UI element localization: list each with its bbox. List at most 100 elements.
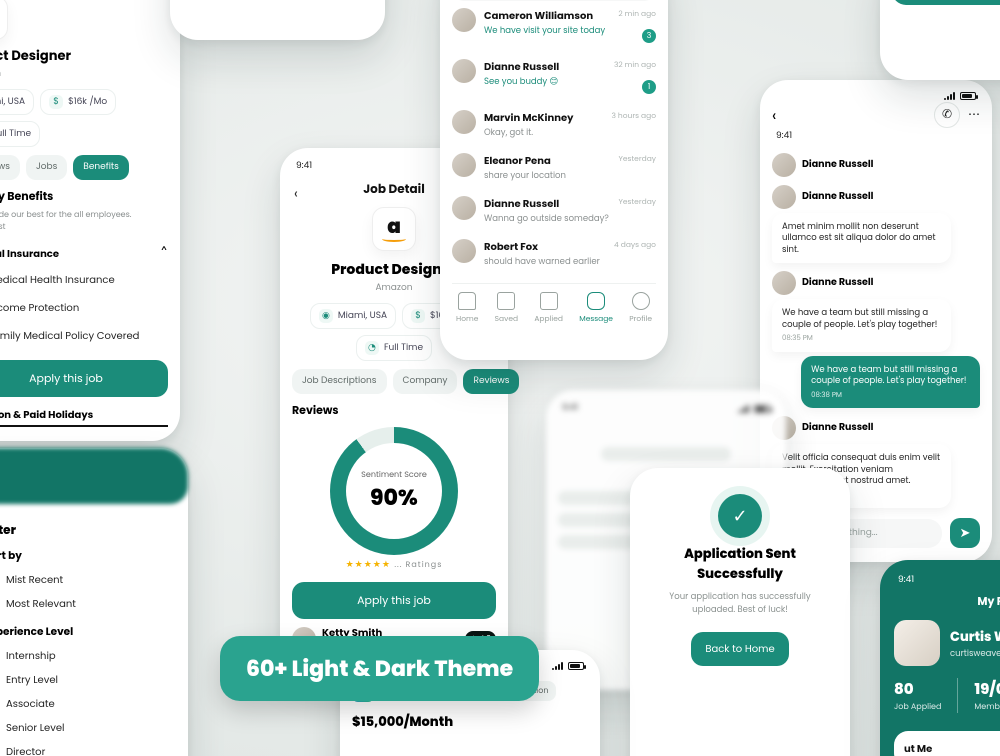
nav-message[interactable]: Message <box>579 292 613 325</box>
thread-name: Eleanor Pena <box>484 153 566 169</box>
message-thread[interactable]: Robert Fox should have warned earlier 4 … <box>452 232 656 275</box>
tab-reviews[interactable]: Reviews <box>0 155 20 180</box>
nav-applied[interactable]: Applied <box>534 292 563 325</box>
pin-icon: ◉ <box>319 309 333 323</box>
thread-time: Yesterday <box>619 153 657 165</box>
apply-job-button[interactable]: Apply this job <box>0 360 168 397</box>
tab-jobs[interactable]: Jobs <box>26 155 67 180</box>
company-logo-tile: a <box>0 0 8 40</box>
avatar <box>452 196 476 220</box>
status-bar <box>772 88 980 102</box>
nav-profile[interactable]: Profile <box>629 292 652 325</box>
avatar <box>452 239 476 263</box>
thread-time: Yesterday <box>619 196 657 208</box>
avatar <box>894 620 940 666</box>
chip-salary: $$16k /Mo <box>40 89 116 115</box>
apply-job-button[interactable]: Apply this job <box>292 582 496 619</box>
chevron-up-icon[interactable]: ˄ <box>160 241 168 266</box>
tab-benefits[interactable]: Benefits <box>73 155 129 180</box>
chip-location: ◉mi, USA <box>0 89 34 115</box>
stat-date: 19/02/2023 <box>974 678 1000 701</box>
contact-name: Dianne Russell <box>802 158 874 172</box>
rating-stars: ★★★★★ ... Ratings <box>292 559 496 572</box>
stat-job-applied-num: 80 <box>894 678 941 701</box>
experience-title: Experience Level <box>0 624 164 640</box>
screen-messages: ⌕ Search Cameron Williamson We have visi… <box>440 0 668 360</box>
back-to-home-button[interactable]: Back to Home <box>691 632 788 666</box>
dollar-icon: $ <box>411 309 425 323</box>
tab-job-descriptions[interactable]: Job Descriptions <box>292 369 387 394</box>
screen-my-profile: 9:41 My Profile Curtis Weaver curtisweav… <box>880 560 1000 756</box>
unread-badge: 3 <box>642 29 656 43</box>
send-button[interactable]: ➤ <box>950 518 980 548</box>
exp-option[interactable]: Internship <box>0 644 164 668</box>
back-button[interactable]: ‹ <box>294 183 298 204</box>
home-icon <box>458 292 476 310</box>
thread-name: Dianne Russell <box>484 196 609 212</box>
tab-reviews[interactable]: Reviews <box>463 369 519 394</box>
profile-email: curtisweaver@example.com <box>950 647 1000 660</box>
thread-last-msg: See you buddy 😊 <box>484 75 559 88</box>
signal-icon <box>552 662 563 670</box>
message-icon <box>587 292 605 310</box>
avatar <box>772 153 796 177</box>
sort-option[interactable]: Most Relevant <box>0 592 164 616</box>
success-title: Application Sent Successfully <box>652 544 828 584</box>
screen-filter: Filter Sort by Mist Recent Most Relevant… <box>0 448 188 756</box>
update-button[interactable]: Update <box>892 0 1000 5</box>
chat-bubble-me: We have a team but still missing a coupl… <box>801 356 980 408</box>
unread-badge: 1 <box>642 80 656 94</box>
sentiment-donut: Sentiment Score 90% <box>330 427 458 555</box>
job-role: Product Designer <box>331 259 456 280</box>
thread-time: 2 min ago <box>618 8 656 20</box>
benefit-row: ✓Family Medical Policy Covered <box>0 322 168 350</box>
message-thread[interactable]: Dianne Russell Wanna go outside someday?… <box>452 189 656 232</box>
sender-name: Dianne Russell <box>802 421 874 435</box>
avatar <box>772 185 796 209</box>
screen-snack: ✦ Your pr... successfully. <box>170 0 385 40</box>
blurred-header <box>0 448 188 504</box>
sort-option[interactable]: Mist Recent <box>0 568 164 592</box>
exp-option[interactable]: Director <box>0 740 164 756</box>
accordion-title-bottom[interactable]: Vacation & Paid Holidays <box>0 407 168 427</box>
message-thread[interactable]: Marvin McKinney Okay, got it. 3 hours ag… <box>452 103 656 146</box>
donut-value: 90% <box>361 481 427 514</box>
marketing-badge: 60+ Light & Dark Theme <box>220 636 539 701</box>
bottom-nav: Home Saved Applied Message Profile <box>452 283 656 327</box>
screen-application-sent: ✓ Application Sent Successfully Your app… <box>630 468 850 756</box>
benefit-row: ✓Medical Health Insurance <box>0 266 168 294</box>
thread-last-msg: Okay, got it. <box>484 126 573 139</box>
avatar <box>452 153 476 177</box>
message-thread[interactable]: Cameron Williamson We have visit your si… <box>452 1 656 52</box>
thread-name: Marvin McKinney <box>484 110 573 126</box>
nav-saved[interactable]: Saved <box>495 292 518 325</box>
amazon-a-icon: a <box>387 216 401 236</box>
exp-option[interactable]: Associate <box>0 692 164 716</box>
chip-jobtype: ◔Full Time <box>356 335 432 361</box>
chip-location: ◉Miami, USA <box>310 303 396 329</box>
battery-icon <box>568 662 584 670</box>
avatar <box>452 110 476 134</box>
success-check-icon: ✓ <box>718 494 762 538</box>
exp-option[interactable]: Entry Level <box>0 668 164 692</box>
call-button[interactable]: ✆ <box>934 102 960 128</box>
signal-icon <box>944 92 955 100</box>
exp-option[interactable]: Senior Level <box>0 716 164 740</box>
benefits-subtext: will provide our best for the all employ… <box>0 209 168 233</box>
applied-icon <box>540 292 558 310</box>
nav-home[interactable]: Home <box>456 292 478 325</box>
thread-last-msg: We have visit your site today <box>484 24 605 37</box>
thread-last-msg: Wanna go outside someday? <box>484 212 609 225</box>
accordion-title[interactable]: Medical Insurance <box>0 246 59 262</box>
message-thread[interactable]: Dianne Russell See you buddy 😊 32 min ag… <box>452 52 656 103</box>
tab-company[interactable]: Company <box>393 369 458 394</box>
thread-name: Robert Fox <box>484 239 600 255</box>
avatar <box>772 271 796 295</box>
screen-title: Job Detail <box>363 181 425 199</box>
more-button[interactable]: ⋯ <box>968 106 980 124</box>
message-thread[interactable]: Eleanor Pena share your location Yesterd… <box>452 146 656 189</box>
clock-text: 9:41 <box>776 130 792 143</box>
thread-name: Cameron Williamson <box>484 8 605 24</box>
back-button[interactable]: ‹ <box>772 103 776 128</box>
profile-icon <box>632 292 650 310</box>
